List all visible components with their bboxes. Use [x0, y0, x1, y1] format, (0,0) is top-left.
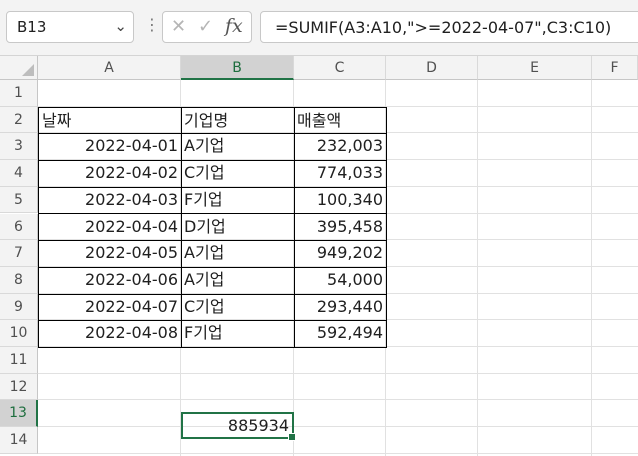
- table-cell[interactable]: 54,000: [294, 266, 387, 295]
- table-cell[interactable]: 2022-04-06: [38, 266, 182, 295]
- table-cell[interactable]: 2022-04-05: [38, 240, 182, 268]
- row-header-7[interactable]: 7: [0, 240, 38, 267]
- table-cell[interactable]: 774,033: [294, 160, 387, 188]
- select-all-corner[interactable]: [0, 56, 38, 80]
- table-header-cell[interactable]: 매출액: [294, 106, 387, 135]
- table-cell[interactable]: A기업: [181, 133, 295, 162]
- more-options-icon[interactable]: ⋮: [144, 15, 160, 34]
- name-box[interactable]: B13 ⌄: [6, 11, 134, 43]
- insert-function-icon[interactable]: fx: [225, 15, 243, 37]
- enter-check-icon[interactable]: ✓: [198, 16, 213, 37]
- formula-text[interactable]: =SUMIF(A3:A10,">=2022-04-07",C3:C10): [275, 18, 611, 37]
- row-header-8[interactable]: 8: [0, 266, 38, 294]
- spreadsheet-grid: ABCDEF 1 2 3 4 5 6 7 8 9 10 11 12 13 14 날짜 기업명 매출액 2022-…: [0, 56, 638, 456]
- select-all-icon[interactable]: [22, 64, 34, 76]
- name-box-value[interactable]: B13: [17, 18, 46, 36]
- table-cell[interactable]: 2022-04-02: [38, 160, 182, 188]
- table-cell[interactable]: 2022-04-07: [38, 293, 182, 322]
- selected-cell-b13[interactable]: 885934: [181, 412, 296, 441]
- row-header-1[interactable]: 1: [0, 80, 38, 107]
- table-cell[interactable]: 2022-04-01: [38, 133, 182, 162]
- table-header-cell[interactable]: 기업명: [181, 106, 295, 135]
- table-cell[interactable]: 592,494: [294, 320, 387, 348]
- cancel-x-icon[interactable]: ✕: [171, 16, 186, 37]
- table-cell[interactable]: 100,340: [294, 186, 387, 215]
- column-header-f[interactable]: F: [592, 56, 638, 80]
- gridline-horizontal: [38, 372, 638, 374]
- column-header-e[interactable]: E: [478, 56, 592, 80]
- table-cell[interactable]: 293,440: [294, 293, 387, 322]
- row-header-14[interactable]: 14: [0, 427, 38, 454]
- formula-input[interactable]: =SUMIF(A3:A10,">=2022-04-07",C3:C10): [260, 11, 638, 43]
- table-cell[interactable]: 232,003: [294, 133, 387, 162]
- table-cell[interactable]: C기업: [181, 160, 295, 188]
- formula-buttons: ✕ ✓ fx: [162, 11, 252, 43]
- gridline-horizontal: [38, 426, 638, 428]
- table-cell[interactable]: 949,202: [294, 240, 387, 268]
- row-header-4[interactable]: 4: [0, 160, 38, 187]
- table-cell[interactable]: F기업: [181, 320, 295, 348]
- table-cell[interactable]: 2022-04-08: [38, 320, 182, 348]
- row-header-2[interactable]: 2: [0, 106, 38, 134]
- table-header-cell[interactable]: 날짜: [38, 106, 182, 135]
- row-header-12[interactable]: 12: [0, 373, 38, 401]
- column-header-d[interactable]: D: [386, 56, 478, 80]
- column-header-b[interactable]: B: [181, 56, 294, 80]
- table-cell[interactable]: F기업: [181, 186, 295, 215]
- fill-handle[interactable]: [288, 433, 296, 441]
- row-header-10[interactable]: 10: [0, 320, 38, 347]
- chevron-down-icon[interactable]: ⌄: [114, 17, 127, 35]
- table-cell[interactable]: D기업: [181, 213, 295, 242]
- table-cell[interactable]: A기업: [181, 266, 295, 295]
- table-cell[interactable]: A기업: [181, 240, 295, 268]
- formula-bar: B13 ⌄ ⋮ ✕ ✓ fx =SUMIF(A3:A10,">=2022-04-…: [0, 0, 638, 56]
- row-header-6[interactable]: 6: [0, 213, 38, 241]
- gridline-horizontal: [38, 452, 638, 454]
- gridline-horizontal: [38, 399, 638, 401]
- row-header-9[interactable]: 9: [0, 293, 38, 321]
- table-cell[interactable]: 2022-04-04: [38, 213, 182, 242]
- row-header-11[interactable]: 11: [0, 347, 38, 374]
- row-header-3[interactable]: 3: [0, 133, 38, 161]
- row-header-13[interactable]: 13: [0, 400, 38, 428]
- table-cell[interactable]: C기업: [181, 293, 295, 322]
- table-cell[interactable]: 395,458: [294, 213, 387, 242]
- column-header-c[interactable]: C: [294, 56, 386, 80]
- row-header-5[interactable]: 5: [0, 186, 38, 214]
- column-header-a[interactable]: A: [38, 56, 181, 80]
- selected-cell-value: 885934: [227, 416, 289, 435]
- table-cell[interactable]: 2022-04-03: [38, 186, 182, 215]
